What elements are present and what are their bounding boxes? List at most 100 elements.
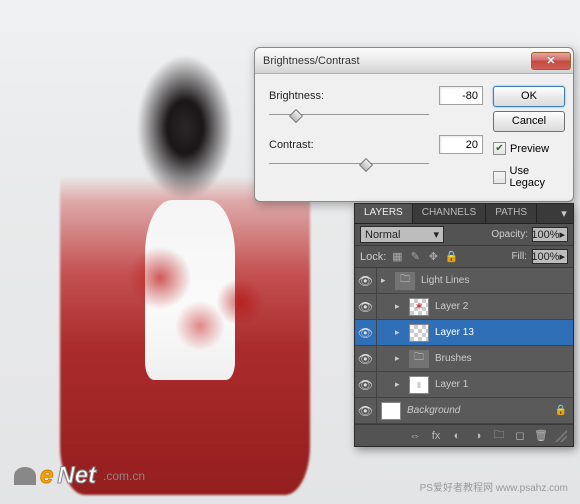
- logo-cn: .com.cn: [103, 469, 145, 483]
- ok-button[interactable]: OK: [493, 86, 565, 107]
- layer-thumbnail: [381, 402, 401, 420]
- layers-footer: ⇔ fx ◐ ◑ 🗀 ◻ 🗑: [355, 424, 573, 446]
- disclosure-arrow-icon[interactable]: ▸: [395, 327, 403, 338]
- brightness-input[interactable]: [439, 86, 483, 105]
- legacy-row[interactable]: Use Legacy: [493, 165, 565, 189]
- buttons-column: OK Cancel ✔ Preview Use Legacy: [493, 86, 565, 189]
- layer-row-layer2[interactable]: 👁 ▸ ✶ Layer 2: [355, 294, 573, 320]
- visibility-toggle[interactable]: 👁: [355, 320, 377, 345]
- opacity-label: Opacity:: [491, 229, 528, 240]
- lock-icon: 🔒: [555, 405, 567, 416]
- chevron-icon: ▸: [559, 250, 565, 263]
- layer-row-light-lines[interactable]: 👁 ▸ 🗀 Light Lines: [355, 268, 573, 294]
- disclosure-arrow-icon[interactable]: ▸: [395, 379, 403, 390]
- legacy-checkbox[interactable]: [493, 171, 506, 184]
- visibility-toggle[interactable]: 👁: [355, 346, 377, 371]
- folder-icon: 🗀: [409, 350, 429, 368]
- photo-splatter: [100, 230, 300, 350]
- visibility-toggle[interactable]: 👁: [355, 398, 377, 423]
- disclosure-arrow-icon[interactable]: ▸: [395, 301, 403, 312]
- visibility-toggle[interactable]: 👁: [355, 372, 377, 397]
- lock-all-icon[interactable]: 🔒: [445, 251, 457, 263]
- fill-value: 100%: [531, 251, 559, 263]
- menu-icon: ▾: [561, 207, 567, 220]
- watermark-logo: e Net .com.cn: [14, 462, 145, 490]
- layer-row-layer1[interactable]: 👁 ▸ ▮ Layer 1: [355, 372, 573, 398]
- layer-name: Light Lines: [421, 275, 469, 286]
- lock-icons: ▦ ✎ ✥ 🔒: [391, 251, 457, 263]
- link-layers-icon[interactable]: ⇔: [408, 429, 422, 443]
- resize-grip[interactable]: [555, 430, 567, 442]
- brightness-row: Brightness:: [269, 86, 483, 105]
- dialog-title: Brightness/Contrast: [263, 55, 531, 67]
- legacy-label: Use Legacy: [510, 165, 566, 189]
- slider-track: [269, 163, 429, 164]
- blend-mode-select[interactable]: Normal ▾: [360, 226, 444, 243]
- opacity-input[interactable]: 100%▸: [532, 227, 568, 242]
- close-button[interactable]: ✕: [531, 52, 571, 70]
- visibility-toggle[interactable]: 👁: [355, 294, 377, 319]
- lock-position-icon[interactable]: ✥: [427, 251, 439, 263]
- contrast-slider-thumb[interactable]: [359, 158, 373, 172]
- dialog-body: Brightness: Contrast: OK Cancel ✔: [255, 74, 573, 201]
- layer-thumbnail: ▮: [409, 376, 429, 394]
- tab-layers[interactable]: LAYERS: [355, 204, 413, 223]
- layer-list: 👁 ▸ 🗀 Light Lines 👁 ▸ ✶ Layer 2 👁 ▸ Laye…: [355, 268, 573, 424]
- folder-icon: 🗀: [395, 272, 415, 290]
- layers-panel: LAYERS CHANNELS PATHS ▾ Normal ▾ Opacity…: [354, 203, 574, 447]
- delete-icon[interactable]: 🗑: [534, 429, 548, 443]
- contrast-label: Contrast:: [269, 139, 339, 151]
- cancel-button[interactable]: Cancel: [493, 111, 565, 132]
- blend-row: Normal ▾ Opacity: 100%▸: [355, 224, 573, 246]
- panel-menu-button[interactable]: ▾: [555, 204, 573, 223]
- layer-name: Layer 13: [435, 327, 474, 338]
- disclosure-arrow-icon[interactable]: ▸: [381, 275, 389, 286]
- mask-icon[interactable]: ◐: [450, 429, 464, 443]
- group-icon[interactable]: 🗀: [492, 429, 506, 443]
- layer-thumbnail: [409, 324, 429, 342]
- preview-checkbox[interactable]: ✔: [493, 142, 506, 155]
- fill-label: Fill:: [511, 251, 527, 262]
- lock-row: Lock: ▦ ✎ ✥ 🔒 Fill: 100%▸: [355, 246, 573, 268]
- logo-e: e: [40, 462, 53, 490]
- logo-net: Net: [57, 462, 96, 490]
- tab-channels[interactable]: CHANNELS: [413, 204, 486, 223]
- layer-row-layer13[interactable]: 👁 ▸ Layer 13: [355, 320, 573, 346]
- preview-label: Preview: [510, 143, 549, 155]
- lock-pixels-icon[interactable]: ✎: [409, 251, 421, 263]
- blend-mode-value: Normal: [365, 229, 400, 241]
- preview-row[interactable]: ✔ Preview: [493, 142, 565, 155]
- panel-tabs: LAYERS CHANNELS PATHS ▾: [355, 204, 573, 224]
- contrast-slider[interactable]: [269, 158, 429, 174]
- brightness-contrast-dialog: Brightness/Contrast ✕ Brightness: Contra…: [254, 47, 574, 202]
- close-icon: ✕: [546, 54, 555, 67]
- lock-transparent-icon[interactable]: ▦: [391, 251, 403, 263]
- layer-name: Background: [407, 405, 460, 416]
- butterfly-icon: [14, 467, 36, 485]
- tab-paths[interactable]: PATHS: [486, 204, 537, 223]
- chevron-down-icon: ▾: [433, 228, 439, 241]
- disclosure-arrow-icon[interactable]: ▸: [395, 353, 403, 364]
- layer-name: Brushes: [435, 353, 472, 364]
- brightness-slider[interactable]: [269, 109, 429, 125]
- layer-row-brushes[interactable]: 👁 ▸ 🗀 Brushes: [355, 346, 573, 372]
- layer-thumbnail: ✶: [409, 298, 429, 316]
- visibility-toggle[interactable]: 👁: [355, 268, 377, 293]
- new-layer-icon[interactable]: ◻: [513, 429, 527, 443]
- lock-label: Lock:: [360, 251, 386, 263]
- brightness-label: Brightness:: [269, 90, 339, 102]
- brightness-slider-thumb[interactable]: [289, 109, 303, 123]
- dialog-titlebar[interactable]: Brightness/Contrast ✕: [255, 48, 573, 74]
- layer-name: Layer 1: [435, 379, 468, 390]
- layer-row-background[interactable]: 👁 Background 🔒: [355, 398, 573, 424]
- footer-credit: PS爱好者教程网 www.psahz.com: [420, 479, 568, 494]
- chevron-icon: ▸: [559, 228, 565, 241]
- contrast-row: Contrast:: [269, 135, 483, 154]
- fill-input[interactable]: 100%▸: [532, 249, 568, 264]
- contrast-input[interactable]: [439, 135, 483, 154]
- fx-icon[interactable]: fx: [429, 429, 443, 443]
- adjustment-icon[interactable]: ◑: [471, 429, 485, 443]
- controls-area: Brightness: Contrast:: [269, 86, 483, 189]
- layer-name: Layer 2: [435, 301, 468, 312]
- opacity-value: 100%: [531, 229, 559, 241]
